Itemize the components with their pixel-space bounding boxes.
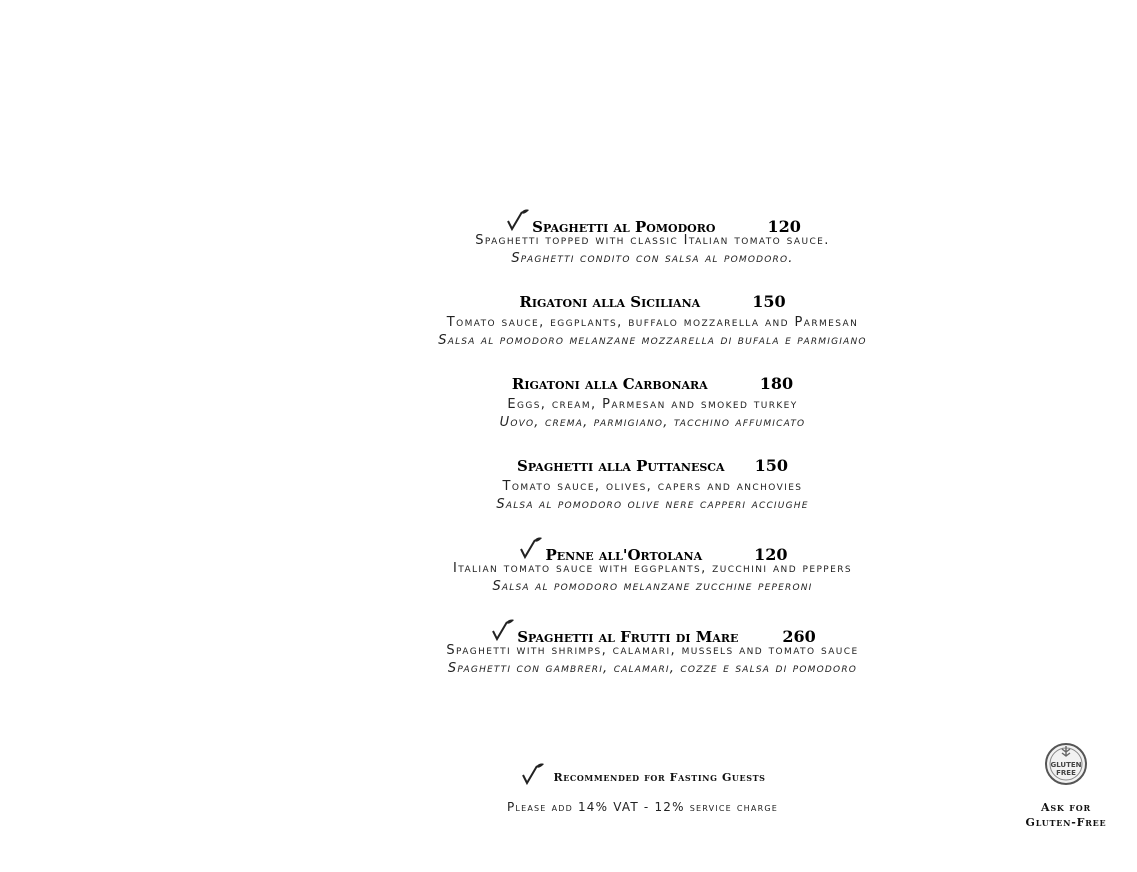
fasting-legend-text: Recommended for Fasting Guests — [553, 771, 766, 784]
menu-item-description-english: Spaghetti with shrimps, calamari, mussel… — [446, 643, 859, 658]
menu-item-description-italian: Spaghetti con gambreri, calamari, cozze … — [447, 661, 858, 676]
menu-item-description-italian: Spaghetti condito con salsa al pomodoro. — [511, 251, 794, 266]
menu-item: Spaghetti alla Puttanesca 150 Tomato sau… — [360, 454, 945, 514]
menu-item-description-english: Eggs, cream, Parmesan and smoked turkey — [507, 397, 798, 412]
menu-item: Spaghetti al Frutti di Mare 260 Spaghett… — [360, 618, 945, 678]
menu-item-description-italian: Uovo, crema, parmigiano, tacchino affumi… — [499, 415, 806, 430]
menu-item-title-row: Rigatoni alla Carbonara 180 — [360, 372, 945, 396]
fasting-leaf-icon — [520, 537, 543, 560]
fasting-legend: Recommended for Fasting Guests — [440, 760, 845, 786]
menu-item-title-row: Spaghetti al Frutti di Mare 260 — [360, 618, 945, 646]
menu-item-price: 150 — [752, 292, 786, 311]
gluten-free-line1: Ask for — [1041, 801, 1091, 814]
gluten-free-line2: Gluten-Free — [1025, 816, 1107, 829]
menu-item-price: 180 — [759, 374, 794, 393]
menu-item: Penne all'Ortolana 120 Italian tomato sa… — [360, 536, 945, 596]
gluten-free-notice: GLUTEN FREE Ask for Gluten-Free — [1010, 742, 1122, 830]
menu-item-price: 150 — [754, 456, 788, 475]
menu-item-name: Rigatoni alla Siciliana — [519, 293, 701, 311]
menu-footer: Recommended for Fasting Guests Please ad… — [440, 760, 845, 814]
gluten-free-badge-bottom: FREE — [1056, 769, 1076, 777]
menu-item-name: Rigatoni alla Carbonara — [511, 375, 708, 393]
fasting-leaf-icon — [507, 209, 530, 232]
vat-note: Please add 14% VAT - 12% service charge — [507, 800, 778, 814]
menu-item-title-row: Rigatoni alla Siciliana 150 — [360, 290, 945, 314]
menu-list: Spaghetti al Pomodoro 120 Spaghetti topp… — [360, 208, 945, 700]
menu-item: Rigatoni alla Siciliana 150 Tomato sauce… — [360, 290, 945, 350]
menu-item: Rigatoni alla Carbonara 180 Eggs, cream,… — [360, 372, 945, 432]
gluten-free-badge-top: GLUTEN — [1050, 761, 1081, 769]
menu-item-description-italian: Salsa al pomodoro melanzane zucchine pep… — [492, 579, 813, 594]
menu-item-description-italian: Salsa al pomodoro olive nere capperi acc… — [496, 497, 809, 512]
menu-item-description-italian: Salsa al pomodoro melanzane mozzarella d… — [438, 333, 867, 348]
menu-item-description-english: Tomato sauce, eggplants, buffalo mozzare… — [446, 315, 859, 330]
fasting-leaf-icon — [492, 619, 515, 642]
menu-item-title-row: Spaghetti alla Puttanesca 150 — [360, 454, 945, 478]
menu-item-name: Spaghetti alla Puttanesca — [517, 457, 725, 475]
menu-item-title-row: Penne all'Ortolana 120 — [360, 536, 945, 564]
fasting-leaf-icon — [522, 763, 545, 786]
menu-item-description-english: Tomato sauce, olives, capers and anchovi… — [502, 479, 803, 494]
menu-item-description-english: Italian tomato sauce with eggplants, zuc… — [453, 561, 852, 576]
gluten-free-icon: GLUTEN FREE — [1045, 743, 1087, 785]
menu-item-title-row: Spaghetti al Pomodoro 120 — [360, 208, 945, 236]
menu-item-description-english: Spaghetti topped with classic Italian to… — [475, 233, 830, 248]
menu-item: Spaghetti al Pomodoro 120 Spaghetti topp… — [360, 208, 945, 268]
